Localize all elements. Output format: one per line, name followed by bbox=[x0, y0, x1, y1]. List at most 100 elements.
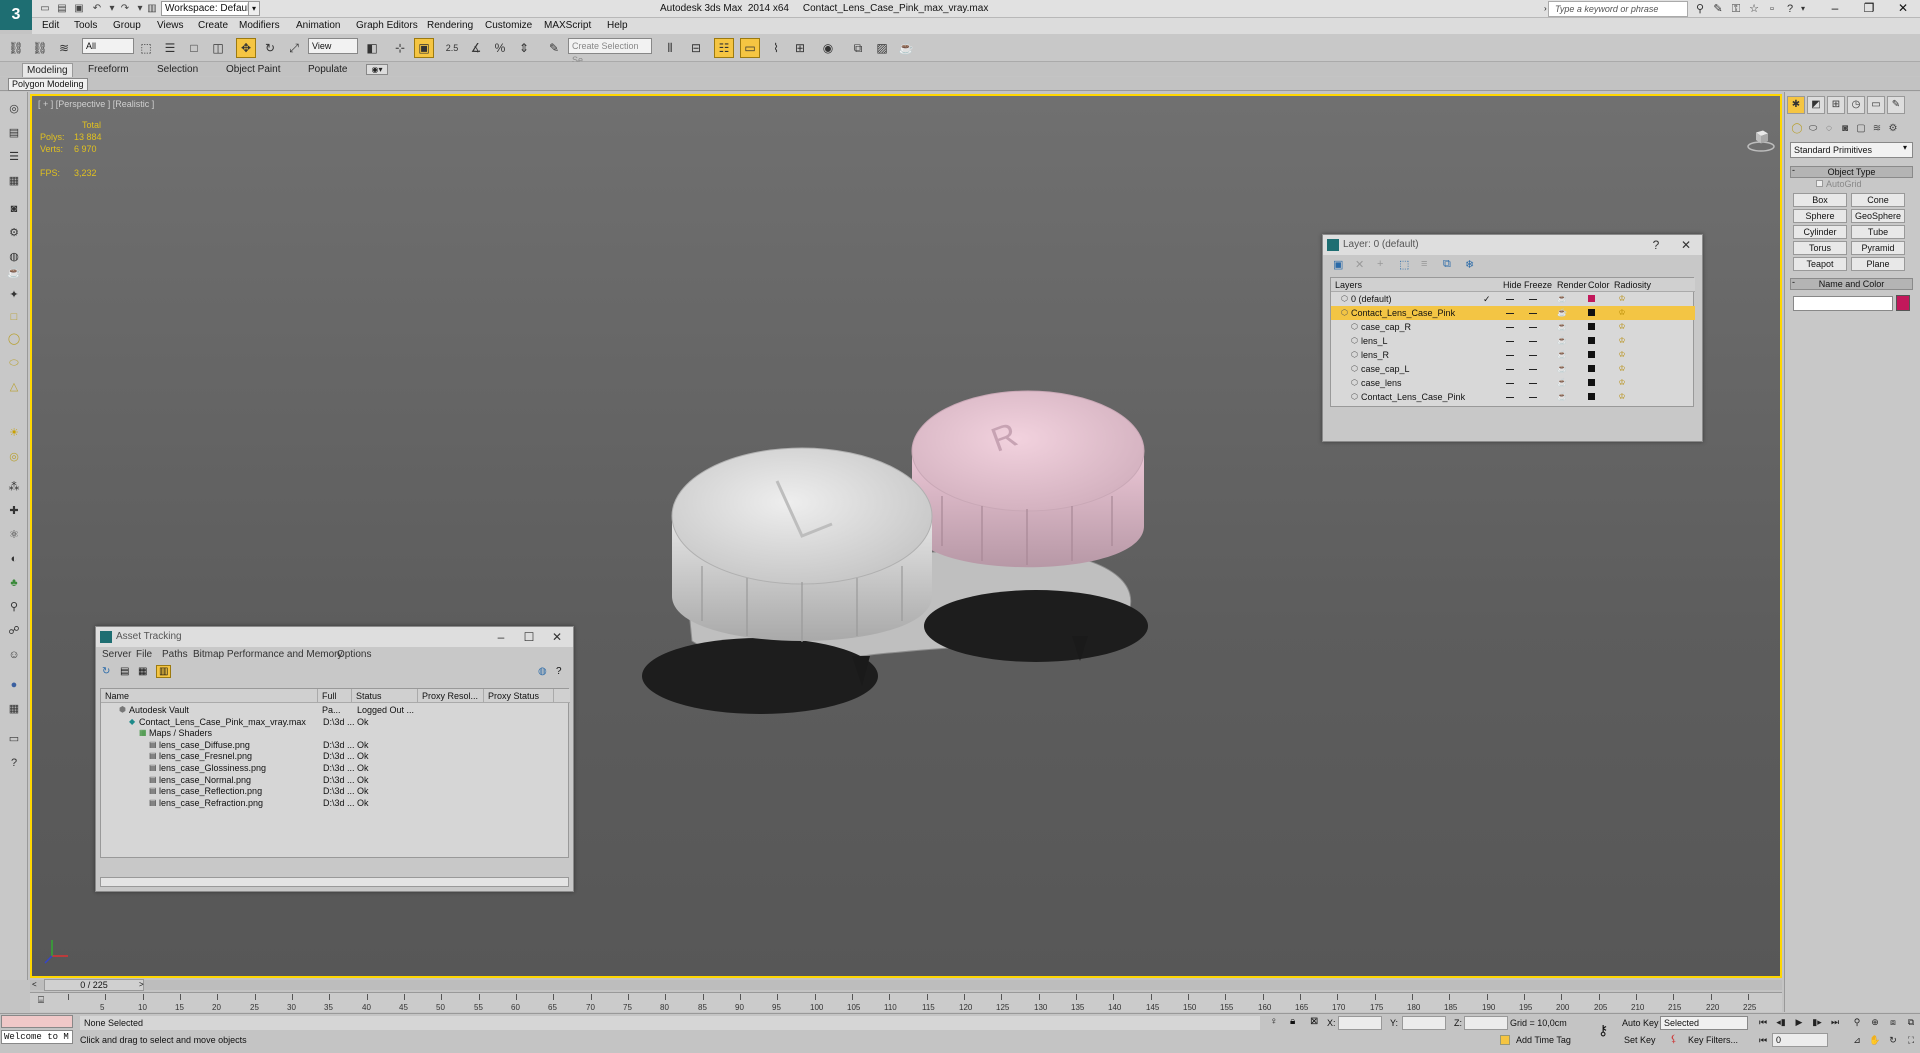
tube-button[interactable]: Tube bbox=[1851, 225, 1905, 239]
col-full-path[interactable]: Full Pa... bbox=[318, 689, 352, 715]
utilities-tab-icon[interactable]: ✎ bbox=[1887, 96, 1905, 114]
render-teapot-icon[interactable]: ☕ bbox=[1557, 336, 1567, 346]
select-and-scale-icon[interactable]: ⤢ bbox=[284, 38, 304, 58]
freeze-toggle[interactable] bbox=[1529, 355, 1537, 356]
freeze-toggle[interactable] bbox=[1529, 313, 1537, 314]
scene-explorer-icon[interactable]: ▤ bbox=[5, 124, 23, 142]
freeze-toggle[interactable] bbox=[1529, 397, 1537, 398]
box-primitive-icon[interactable]: □ bbox=[5, 308, 23, 326]
polygon-modeling-button[interactable]: Polygon Modeling bbox=[8, 78, 88, 91]
pan-view-icon[interactable]: ✋ bbox=[1868, 1033, 1882, 1047]
save-icon[interactable]: ▣ bbox=[72, 2, 86, 15]
menu-edit[interactable]: Edit bbox=[42, 18, 59, 34]
list-view-icon[interactable]: ▤ bbox=[120, 666, 129, 677]
project-folder-icon[interactable]: ▥ bbox=[145, 2, 159, 15]
viewcube-icon[interactable] bbox=[1746, 120, 1776, 160]
layer-name[interactable]: lens_R bbox=[1361, 348, 1389, 362]
field-of-view-icon[interactable]: ⊿ bbox=[1850, 1033, 1864, 1047]
mini-curve-editor-icon[interactable]: ⌸ bbox=[38, 995, 44, 1006]
menu-modifiers[interactable]: Modifiers bbox=[239, 18, 280, 34]
menu-graph-editors[interactable]: Graph Editors bbox=[356, 18, 418, 34]
asset-menu-paths[interactable]: Paths bbox=[162, 647, 188, 663]
z-coordinate-field[interactable] bbox=[1464, 1016, 1508, 1030]
menu-views[interactable]: Views bbox=[157, 18, 184, 34]
binoculars-icon[interactable]: ⚲ bbox=[1692, 1, 1708, 17]
layer-color-swatch[interactable] bbox=[1588, 351, 1595, 358]
layer-name[interactable]: Contact_Lens_Case_Pink bbox=[1351, 306, 1455, 320]
radiosity-icon[interactable]: ♔ bbox=[1617, 294, 1627, 304]
col-color[interactable]: Color bbox=[1588, 278, 1610, 292]
cylinder-button[interactable]: Cylinder bbox=[1793, 225, 1847, 239]
help-info-icon[interactable]: ▫ bbox=[1764, 1, 1780, 17]
asset-horizontal-scrollbar[interactable] bbox=[100, 877, 569, 887]
box-button[interactable]: Box bbox=[1793, 193, 1847, 207]
layer-help-icon[interactable]: ? bbox=[1643, 235, 1669, 255]
render-setup-icon[interactable]: ⧉ bbox=[848, 38, 868, 58]
pyramid-button[interactable]: Pyramid bbox=[1851, 241, 1905, 255]
subscription-icon[interactable]: ⚿ bbox=[1728, 1, 1744, 17]
play-icon[interactable]: ▶ bbox=[1792, 1015, 1806, 1029]
rendered-frame-window-icon[interactable]: ▨ bbox=[872, 38, 892, 58]
layer-color-swatch[interactable] bbox=[1588, 323, 1595, 330]
asset-menu-server[interactable]: Server bbox=[102, 647, 131, 663]
cone-button[interactable]: Cone bbox=[1851, 193, 1905, 207]
zoom-extents-all-icon[interactable]: ⧉ bbox=[1904, 1015, 1918, 1029]
col-radiosity[interactable]: Radiosity bbox=[1614, 278, 1651, 292]
spacewarps-icon[interactable]: ⚛ bbox=[5, 526, 23, 544]
col-render[interactable]: Render bbox=[1557, 278, 1587, 292]
x-coordinate-field[interactable] bbox=[1338, 1016, 1382, 1030]
key-selection-dropdown[interactable]: Selected bbox=[1660, 1016, 1748, 1030]
tab-modeling[interactable]: Modeling bbox=[22, 63, 73, 77]
restore-icon[interactable]: ❐ bbox=[1852, 0, 1886, 18]
asset-name[interactable]: lens_case_Refraction.png bbox=[159, 796, 263, 810]
layer-row[interactable]: ⬡ lens_L ☕ ♔ bbox=[1331, 334, 1695, 348]
zoom-icon[interactable]: ⚲ bbox=[1850, 1015, 1864, 1029]
helpers-category-icon[interactable]: ▢ bbox=[1854, 122, 1868, 136]
cone-primitive-icon[interactable]: △ bbox=[5, 378, 23, 396]
align-icon[interactable]: ⊟ bbox=[686, 38, 706, 58]
keyboard-shortcut-override-icon[interactable]: ▣ bbox=[414, 38, 434, 58]
mirror-icon[interactable]: ⫴ bbox=[660, 38, 680, 58]
isolate-selection-icon[interactable]: ♀ bbox=[1270, 1016, 1278, 1027]
hide-toggle[interactable] bbox=[1506, 397, 1514, 398]
radiosity-icon[interactable]: ♔ bbox=[1617, 364, 1627, 374]
freeze-toggle[interactable] bbox=[1529, 341, 1537, 342]
freeze-toggle[interactable] bbox=[1529, 299, 1537, 300]
teapot-icon[interactable]: ☕ bbox=[5, 264, 23, 282]
refresh-icon[interactable]: ↻ bbox=[102, 666, 110, 677]
new-file-icon[interactable]: ▭ bbox=[38, 2, 52, 15]
layer-row[interactable]: ⬡ lens_R ☕ ♔ bbox=[1331, 348, 1695, 362]
col-layers[interactable]: Layers bbox=[1335, 278, 1362, 292]
cylinder-primitive-icon[interactable]: ⬭ bbox=[5, 354, 23, 372]
plane-button[interactable]: Plane bbox=[1851, 257, 1905, 271]
help-dropdown-icon[interactable]: ▾ bbox=[1798, 1, 1808, 17]
goto-end-icon[interactable]: ⏭ bbox=[1828, 1015, 1842, 1029]
add-time-tag[interactable]: Add Time Tag bbox=[1516, 1035, 1571, 1045]
time-slider-track[interactable] bbox=[30, 980, 1782, 990]
select-and-manipulate-icon[interactable]: ⊹ bbox=[390, 38, 410, 58]
app-logo-icon[interactable]: 3 bbox=[0, 0, 32, 30]
menu-help[interactable]: Help bbox=[607, 18, 628, 34]
communication-center-icon[interactable]: ✎ bbox=[1710, 1, 1726, 17]
render-teapot-icon[interactable]: ☕ bbox=[1557, 308, 1567, 318]
select-and-link-icon[interactable]: ⛓ bbox=[6, 38, 26, 58]
thumbnail-view-icon[interactable]: ▦ bbox=[138, 666, 147, 677]
render-teapot-icon[interactable]: ☕ bbox=[1557, 378, 1567, 388]
table-icon[interactable]: ▦ bbox=[5, 172, 23, 190]
hide-toggle[interactable] bbox=[1506, 341, 1514, 342]
tab-object-paint[interactable]: Object Paint bbox=[226, 63, 280, 77]
layer-name[interactable]: lens_L bbox=[1361, 334, 1388, 348]
helpers-icon[interactable]: ✚ bbox=[5, 502, 23, 520]
radiosity-icon[interactable]: ♔ bbox=[1617, 336, 1627, 346]
time-slider[interactable]: 0 / 225 bbox=[44, 979, 144, 991]
undo-dropdown-icon[interactable]: ▾ bbox=[105, 2, 119, 15]
vault-globe-icon[interactable]: ◍ bbox=[538, 666, 547, 677]
name-and-color-rollout[interactable]: Name and Color bbox=[1790, 278, 1913, 290]
hierarchy-tab-icon[interactable]: ⊞ bbox=[1827, 96, 1845, 114]
tab-freeform[interactable]: Freeform bbox=[88, 63, 129, 77]
menu-group[interactable]: Group bbox=[113, 18, 141, 34]
col-status[interactable]: Status bbox=[352, 689, 418, 703]
bind-space-warp-icon[interactable]: ≋ bbox=[54, 38, 74, 58]
edit-named-selection-icon[interactable]: ✎ bbox=[544, 38, 564, 58]
freeze-toggle[interactable] bbox=[1529, 383, 1537, 384]
